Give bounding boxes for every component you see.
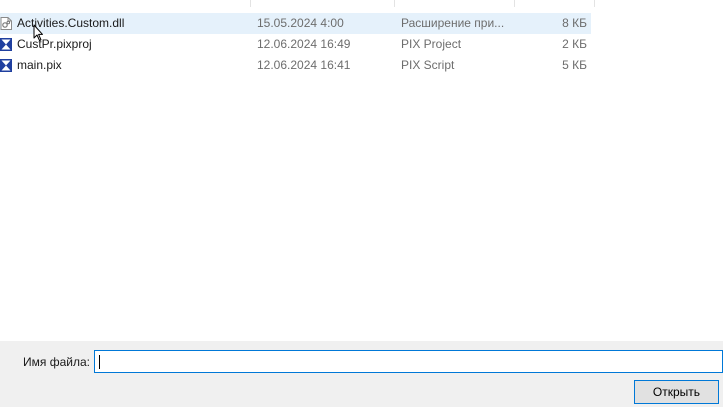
- file-date: 15.05.2024 4:00: [257, 16, 344, 30]
- mouse-cursor-icon: [33, 24, 43, 41]
- dll-file-icon: [0, 17, 12, 30]
- file-size: 8 КБ: [562, 16, 587, 30]
- file-row-activities-custom-dll[interactable]: Activities.Custom.dll 15.05.2024 4:00 Ра…: [0, 13, 591, 34]
- file-date: 12.06.2024 16:41: [257, 58, 351, 72]
- column-divider[interactable]: [514, 0, 515, 7]
- column-divider[interactable]: [394, 0, 395, 7]
- file-type: Расширение при...: [401, 16, 505, 30]
- file-row-main-pix[interactable]: main.pix 12.06.2024 16:41 PIX Script 5 К…: [0, 55, 591, 76]
- filename-input[interactable]: [94, 350, 723, 373]
- filename-label: Имя файла:: [23, 355, 90, 369]
- file-type: PIX Project: [401, 37, 462, 51]
- file-name: CustPr.pixproj: [17, 37, 92, 51]
- file-dialog-bottom-panel: Имя файла: Открыть: [0, 341, 723, 407]
- open-button[interactable]: Открыть: [634, 380, 719, 404]
- column-divider[interactable]: [594, 0, 595, 7]
- column-header-strip: [0, 0, 600, 7]
- pix-file-icon: [0, 38, 12, 51]
- file-size: 2 КБ: [562, 37, 587, 51]
- file-row-custpr-pixproj[interactable]: CustPr.pixproj 12.06.2024 16:49 PIX Proj…: [0, 34, 591, 55]
- column-divider[interactable]: [250, 0, 251, 7]
- file-size: 5 КБ: [562, 58, 587, 72]
- file-date: 12.06.2024 16:49: [257, 37, 351, 51]
- text-caret: [99, 355, 100, 369]
- file-type: PIX Script: [401, 58, 455, 72]
- pix-file-icon: [0, 59, 12, 72]
- file-name: main.pix: [17, 58, 62, 72]
- file-list: Activities.Custom.dll 15.05.2024 4:00 Ра…: [0, 0, 723, 341]
